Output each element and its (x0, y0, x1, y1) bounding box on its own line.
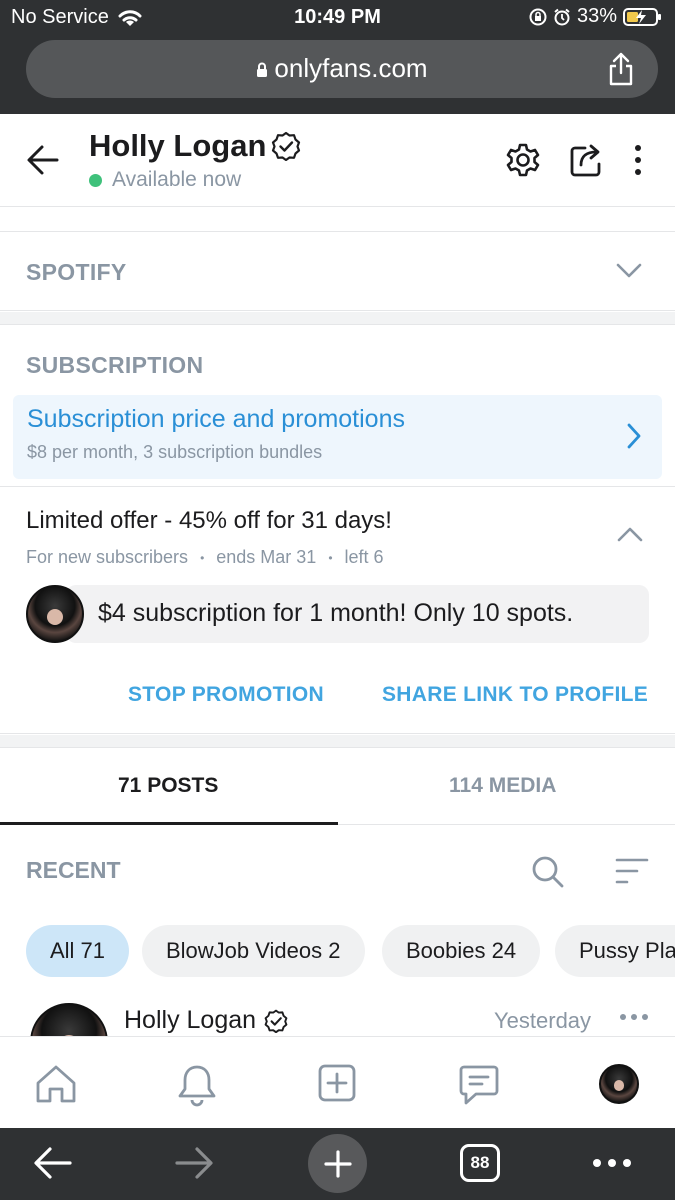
profile-name-row: Holly Logan (89, 128, 301, 164)
more-horizontal-icon[interactable] (619, 1012, 649, 1022)
browser-forward-icon[interactable] (175, 1146, 215, 1180)
browser-chrome-top: No Service 10:49 PM 33% onlyfans.com (0, 0, 675, 114)
offer-ends: ends Mar 31 (216, 547, 317, 567)
availability-row: Available now (89, 168, 241, 192)
status-right: 33% (529, 5, 663, 28)
post-author-name: Holly Logan (124, 1006, 257, 1034)
url-display: onlyfans.com (26, 53, 658, 84)
url-text: onlyfans.com (274, 53, 428, 83)
meta-separator: • (200, 550, 205, 565)
tabs-count-button[interactable]: 88 (460, 1144, 500, 1182)
filter-chip-pussy-play[interactable]: Pussy Pla (555, 925, 675, 977)
meta-separator: • (328, 550, 333, 565)
header-spacer (0, 208, 675, 231)
profile-name: Holly Logan (89, 128, 267, 163)
profile-header: Holly Logan Available now (0, 114, 675, 207)
lock-icon (257, 62, 268, 78)
status-bar: No Service 10:49 PM 33% (0, 0, 675, 36)
browser-share-icon[interactable] (606, 52, 636, 86)
tab-posts[interactable]: 71 POSTS (118, 774, 218, 798)
profile-avatar-nav[interactable] (599, 1064, 639, 1104)
chevron-right-icon (627, 423, 641, 449)
messages-icon[interactable] (458, 1063, 500, 1107)
subscription-section: SUBSCRIPTION Subscription price and prom… (0, 324, 675, 734)
alarm-icon (554, 8, 570, 25)
more-vertical-icon[interactable] (630, 142, 646, 178)
chevron-up-icon[interactable] (617, 525, 643, 543)
orientation-lock-icon (529, 8, 547, 25)
content-tabs: 71 POSTS 114 MEDIA (0, 747, 675, 825)
home-icon[interactable] (34, 1063, 78, 1105)
promo-message-row: $4 subscription for 1 month! Only 10 spo… (26, 585, 649, 643)
browser-menu-icon[interactable] (592, 1158, 632, 1168)
subscription-title: SUBSCRIPTION (26, 352, 204, 378)
divider (0, 486, 675, 487)
stop-promotion-button[interactable]: STOP PROMOTION (128, 683, 324, 707)
filter-chip-boobies[interactable]: Boobies 24 (382, 925, 541, 977)
availability-text: Available now (112, 168, 242, 191)
post-author-row[interactable]: Holly Logan (124, 1006, 288, 1035)
filter-chip-blowjob-videos[interactable]: BlowJob Videos 2 (142, 925, 365, 977)
post-time: Yesterday (494, 1008, 592, 1033)
offer-audience: For new subscribers (26, 547, 189, 567)
recent-title: RECENT (26, 857, 121, 883)
battery-percent: 33% (576, 5, 617, 27)
avatar (26, 585, 84, 643)
offer-title: Limited offer - 45% off for 31 days! (26, 507, 392, 534)
active-tab-indicator (0, 822, 338, 825)
subscription-price-card[interactable]: Subscription price and promotions $8 per… (13, 395, 662, 479)
search-icon[interactable] (531, 855, 565, 889)
online-dot (89, 173, 102, 187)
promo-message: $4 subscription for 1 month! Only 10 spo… (98, 599, 574, 627)
offer-meta: For new subscribers • ends Mar 31 • left… (26, 547, 384, 568)
settings-gear-icon[interactable] (505, 142, 541, 178)
offer-left: left 6 (344, 547, 384, 567)
sort-icon[interactable] (615, 856, 649, 886)
section-gap (0, 312, 675, 324)
browser-toolbar: 88 (0, 1128, 675, 1200)
browser-back-icon[interactable] (32, 1146, 72, 1180)
post-author-avatar[interactable] (30, 1003, 108, 1038)
battery-charging-icon (623, 7, 661, 26)
address-bar[interactable]: onlyfans.com (26, 40, 658, 98)
spotify-title: SPOTIFY (26, 259, 127, 285)
verified-badge-icon (264, 1009, 288, 1033)
filter-chip-all[interactable]: All 71 (26, 925, 130, 977)
add-post-icon[interactable] (317, 1063, 357, 1103)
notifications-bell-icon[interactable] (176, 1063, 218, 1107)
spotify-section[interactable]: SPOTIFY (0, 231, 675, 311)
app-bottom-nav (0, 1036, 675, 1128)
share-profile-icon[interactable] (569, 142, 605, 178)
back-arrow-icon[interactable] (26, 144, 60, 176)
post-header: Holly Logan Yesterday (0, 998, 675, 1038)
subscription-card-subtitle: $8 per month, 3 subscription bundles (27, 442, 323, 462)
chevron-down-icon[interactable] (616, 262, 642, 280)
plus-icon (324, 1150, 352, 1178)
new-tab-button[interactable] (308, 1134, 367, 1193)
verified-badge-icon (272, 131, 301, 161)
subscription-card-title: Subscription price and promotions (27, 405, 405, 433)
section-gap (0, 735, 675, 747)
tab-media[interactable]: 114 MEDIA (449, 774, 556, 798)
share-link-button[interactable]: SHARE LINK TO PROFILE (382, 683, 648, 707)
